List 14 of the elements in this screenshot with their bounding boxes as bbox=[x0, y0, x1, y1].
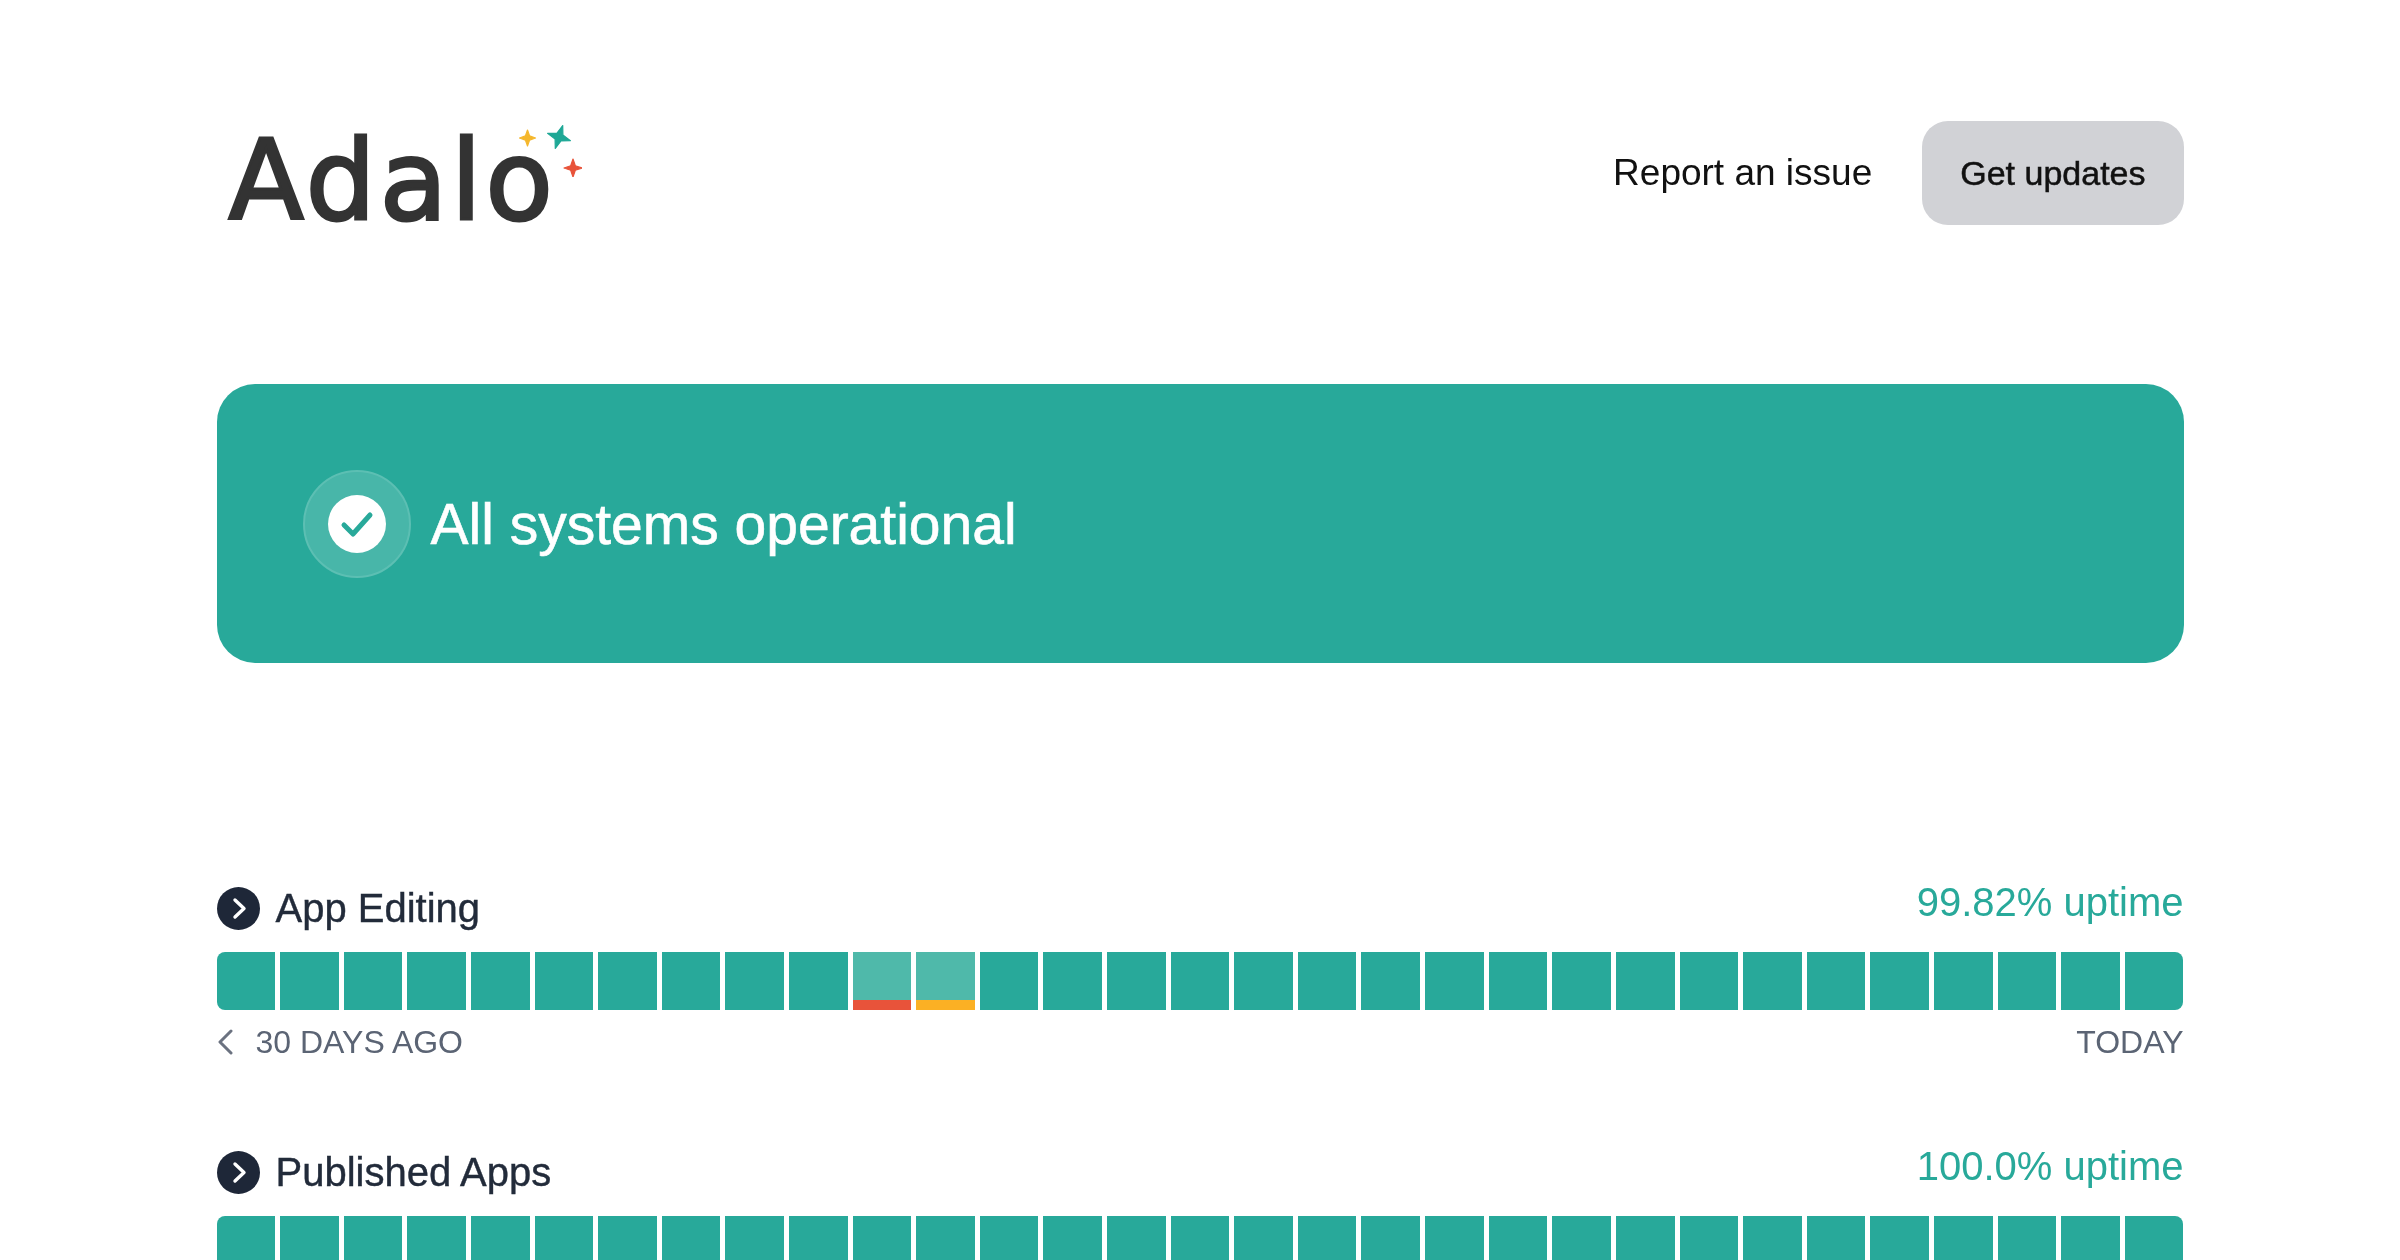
chevron-right-icon[interactable] bbox=[216, 1150, 260, 1194]
report-issue-link[interactable]: Report an issue bbox=[1613, 152, 1873, 194]
get-updates-button[interactable]: Get updates bbox=[1922, 121, 2184, 225]
range-start-label: 30 DAYS AGO bbox=[255, 1023, 463, 1061]
status-message: All systems operational bbox=[430, 490, 1017, 557]
component-name: App Editing bbox=[275, 885, 481, 931]
uptime-percentage: 100.0% uptime bbox=[1916, 1143, 2184, 1189]
range-end-label: TODAY bbox=[2076, 1023, 2184, 1061]
logo[interactable]: Adalo bbox=[228, 126, 557, 236]
component-name: Published Apps bbox=[275, 1149, 552, 1195]
uptime-percentage: 99.82% uptime bbox=[1916, 879, 2184, 925]
check-circle-icon bbox=[302, 469, 411, 578]
chevron-right-icon[interactable] bbox=[216, 886, 260, 930]
chevron-left-icon bbox=[216, 1029, 234, 1055]
